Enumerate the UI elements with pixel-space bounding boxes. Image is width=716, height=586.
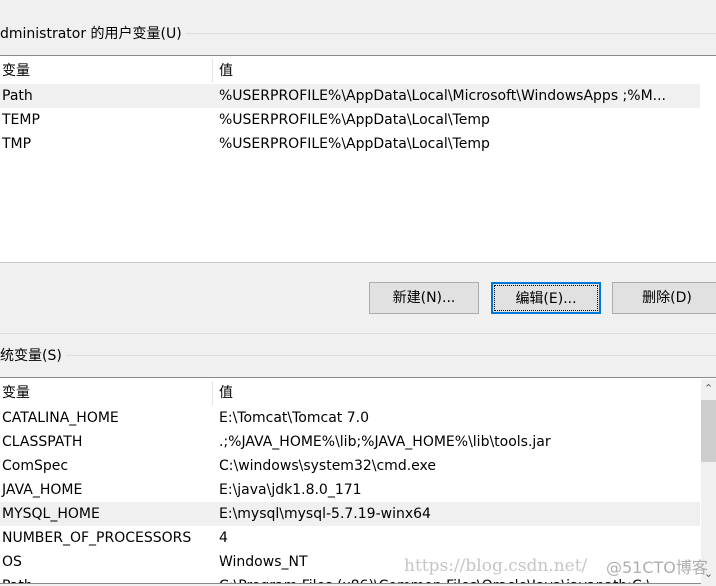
var-value: E:\Tomcat\Tomcat 7.0 (219, 410, 369, 426)
watermark-url: https://blog.csdn.net/ (404, 556, 588, 576)
var-name: NUMBER_OF_PROCESSORS (2, 530, 192, 546)
var-value: Windows_NT (219, 554, 308, 570)
table-row[interactable]: MYSQL_HOME E:\mysql\mysql-5.7.19-winx64 (0, 502, 700, 526)
system-group-line (0, 355, 716, 356)
scroll-up-icon[interactable]: ⌃ (701, 382, 716, 395)
var-name: TEMP (2, 112, 40, 128)
var-name: ComSpec (2, 458, 69, 474)
new-button[interactable]: 新建(N)... (369, 282, 479, 314)
var-value: C:\windows\system32\cmd.exe (219, 458, 436, 474)
watermark-site: @51CTO博客 (606, 558, 708, 577)
var-value: %USERPROFILE%\AppData\Local\Microsoft\Wi… (219, 88, 667, 104)
var-name: CATALINA_HOME (2, 410, 119, 426)
table-row[interactable]: JAVA_HOME E:\java\jdk1.8.0_171 (0, 478, 700, 502)
var-name: Path (2, 88, 33, 104)
system-variables-list[interactable]: 变量 值 CATALINA_HOME E:\Tomcat\Tomcat 7.0 C… (0, 377, 716, 584)
list-bottom-border (0, 262, 716, 263)
var-value: .;%JAVA_HOME%\lib;%JAVA_HOME%\lib\tools.… (219, 434, 551, 450)
var-value: 4 (219, 530, 228, 546)
column-header-value[interactable]: 值 (219, 381, 233, 405)
var-name: MYSQL_HOME (2, 506, 100, 522)
user-variables-list[interactable]: 变量 值 Path %USERPROFILE%\AppData\Local\Mi… (0, 55, 716, 263)
edit-button[interactable]: 编辑(E)... (491, 282, 601, 314)
var-name: JAVA_HOME (2, 482, 83, 498)
table-row[interactable]: CATALINA_HOME E:\Tomcat\Tomcat 7.0 (0, 406, 700, 430)
var-value: %USERPROFILE%\AppData\Local\Temp (219, 136, 490, 152)
var-value: %USERPROFILE%\AppData\Local\Temp (219, 112, 490, 128)
table-row[interactable]: TEMP %USERPROFILE%\AppData\Local\Temp (0, 108, 700, 132)
var-value: E:\mysql\mysql-5.7.19-winx64 (219, 506, 431, 522)
table-row[interactable]: ComSpec C:\windows\system32\cmd.exe (0, 454, 700, 478)
scrollbar-thumb[interactable] (701, 400, 716, 462)
delete-button[interactable]: 删除(D) (612, 282, 716, 314)
list-header: 变量 值 (0, 381, 700, 405)
table-row[interactable]: NUMBER_OF_PROCESSORS 4 (0, 526, 700, 550)
table-row[interactable]: PathC:\Program Files (x86)\Common Files\… (0, 574, 700, 583)
table-row[interactable]: OS Windows_NT (0, 550, 700, 574)
column-header-name[interactable]: 变量 (2, 59, 30, 83)
system-variables-label: 统变量(S) (0, 345, 66, 365)
table-row[interactable]: Path %USERPROFILE%\AppData\Local\Microso… (0, 84, 700, 108)
var-name: Path (2, 574, 33, 583)
table-row[interactable]: TMP %USERPROFILE%\AppData\Local\Temp (0, 132, 700, 156)
section-divider (0, 333, 716, 334)
column-header-name[interactable]: 变量 (2, 381, 30, 405)
var-name: OS (2, 554, 22, 570)
column-header-value[interactable]: 值 (219, 59, 233, 83)
user-variables-label: dministrator 的用户变量(U) (0, 23, 186, 43)
table-row[interactable]: CLASSPATH .;%JAVA_HOME%\lib;%JAVA_HOME%\l… (0, 430, 700, 454)
list-header: 变量 值 (0, 59, 700, 83)
var-value: E:\java\jdk1.8.0_171 (219, 482, 362, 498)
var-name: CLASSPATH (2, 434, 83, 450)
var-name: TMP (2, 136, 32, 152)
